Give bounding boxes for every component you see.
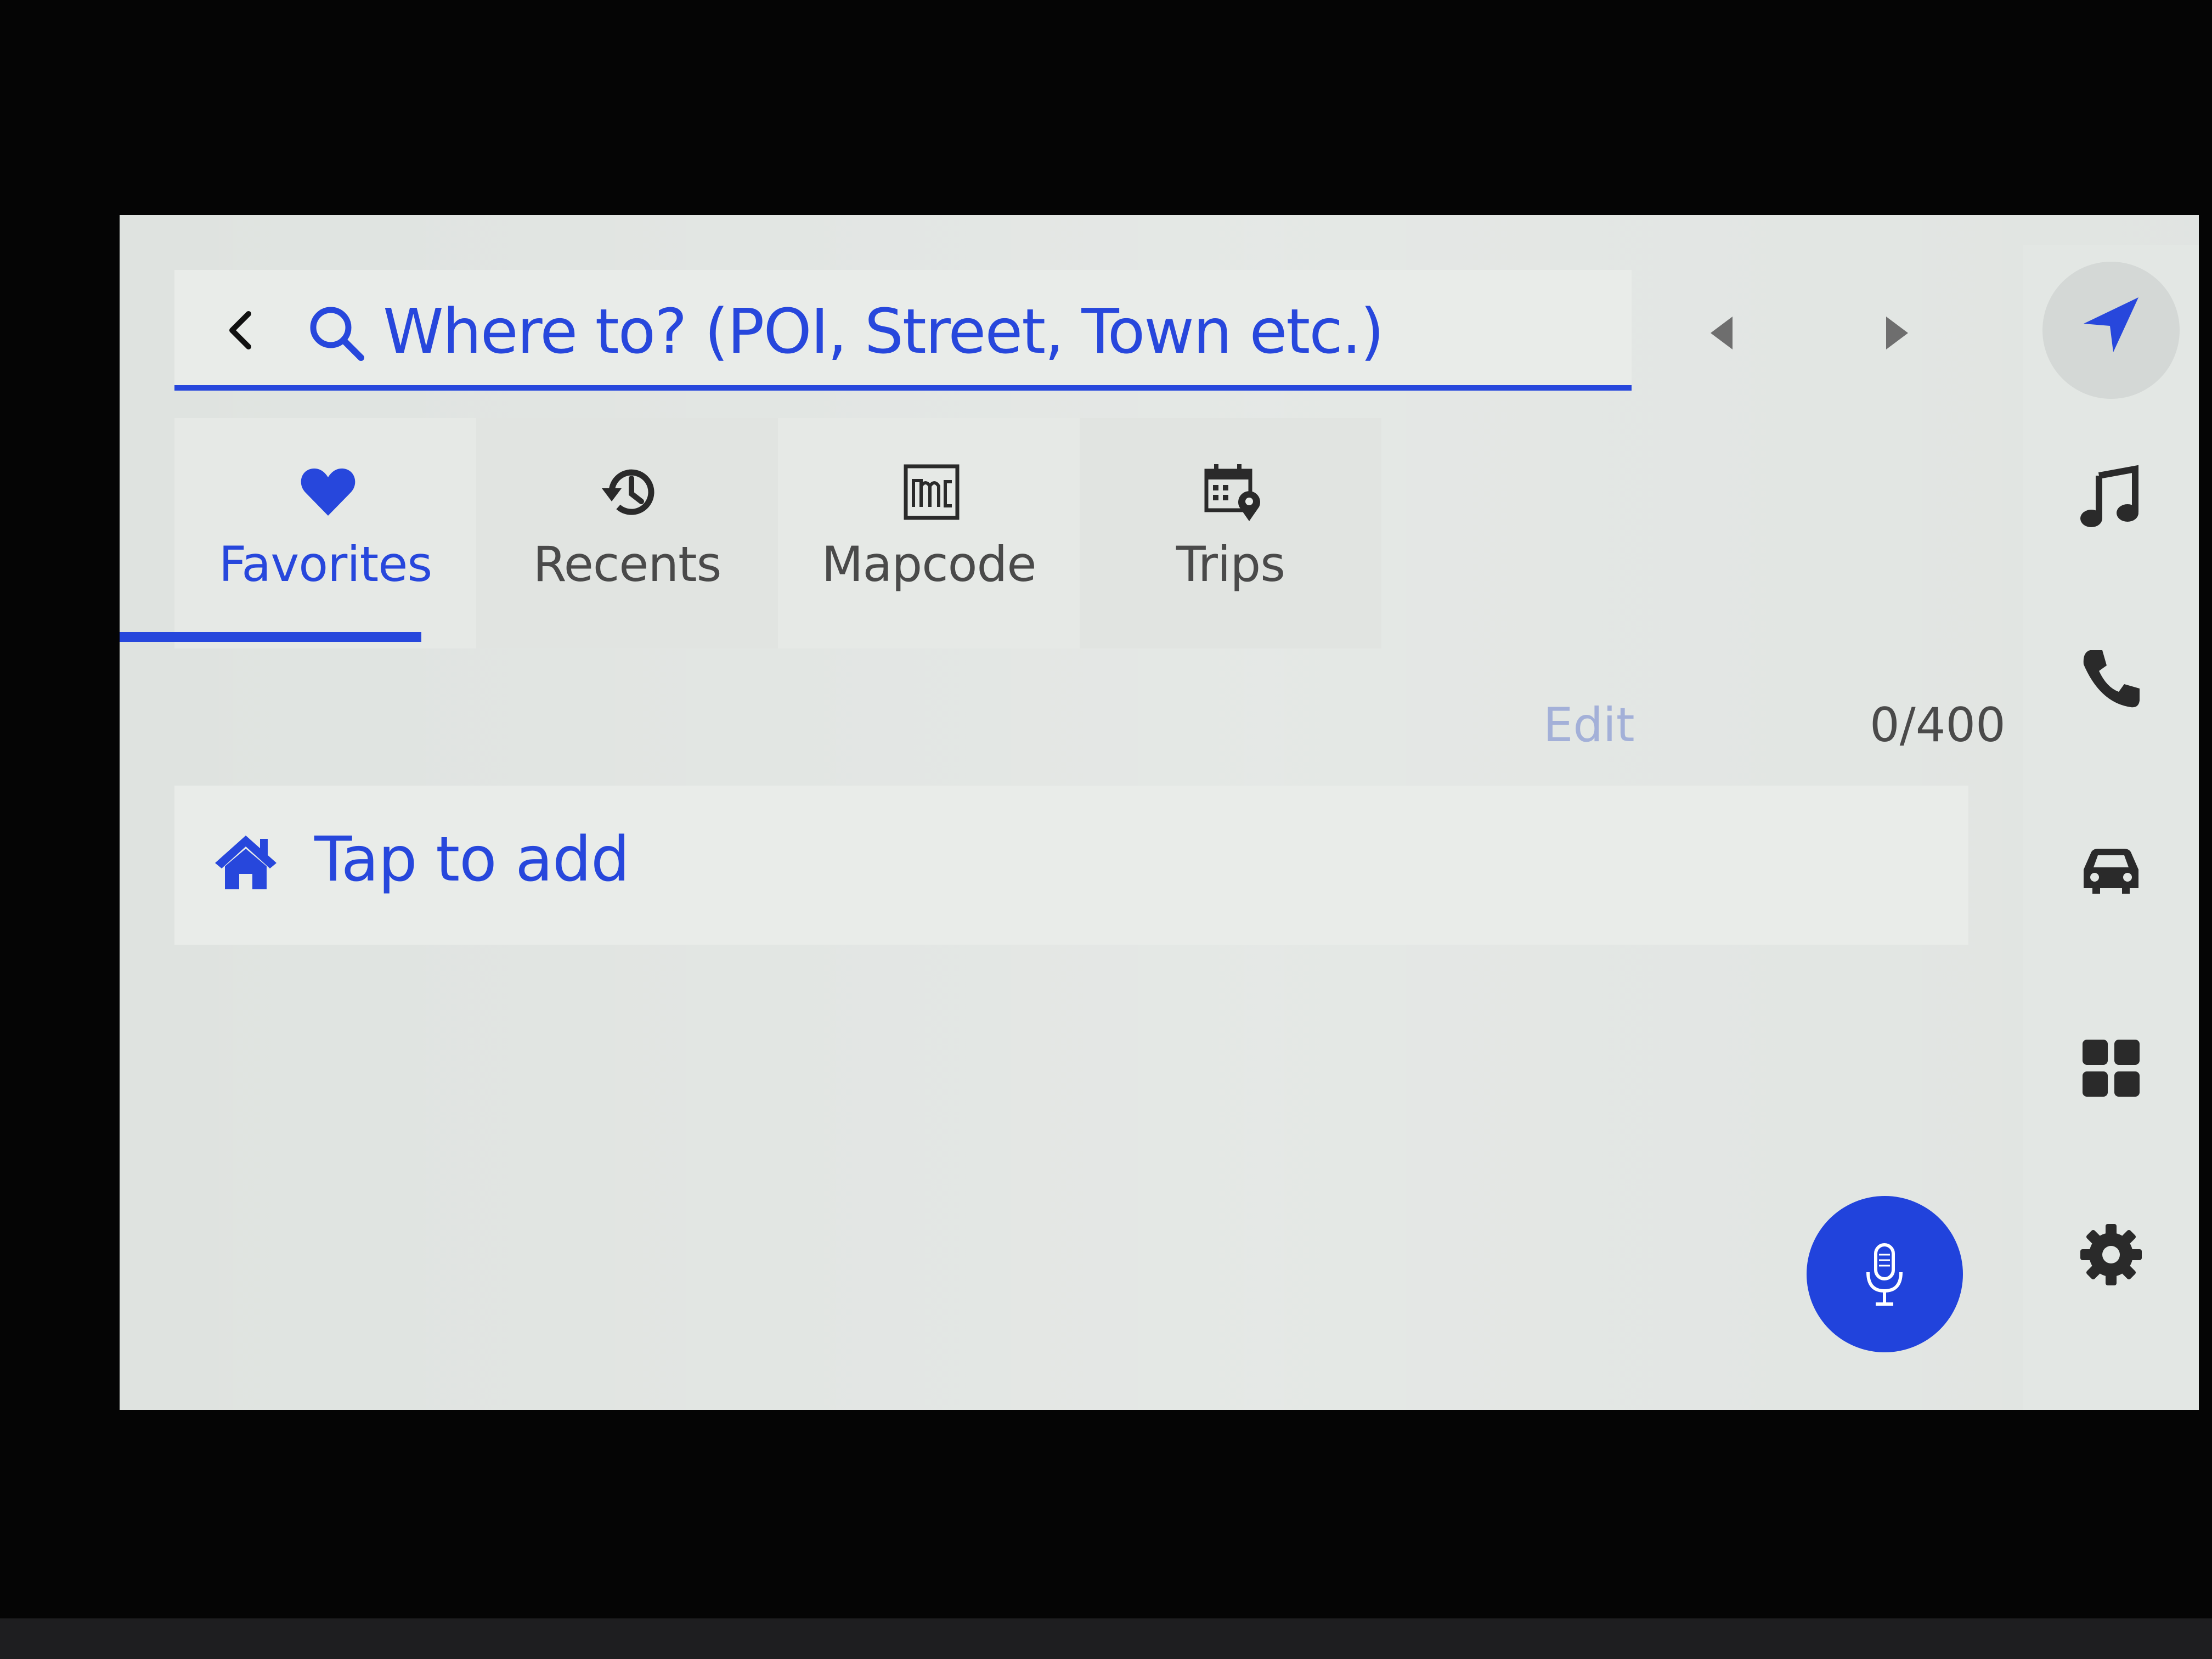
home-favorite-row[interactable]: Tap to add [174, 786, 1968, 945]
rail-navigation[interactable] [2023, 245, 2199, 399]
tab-trips[interactable]: Trips [1080, 418, 1381, 648]
heart-icon [301, 469, 356, 516]
side-navigation-rail [2023, 245, 2199, 1410]
rail-apps[interactable] [2023, 997, 2199, 1139]
navigation-arrow-icon [2084, 297, 2138, 352]
gear-icon [2080, 1224, 2142, 1285]
tab-label: Mapcode [821, 536, 1037, 592]
tab-recents[interactable]: Recents [476, 418, 778, 648]
search-input[interactable]: Where to? (POI, Street, Town etc.) [383, 296, 1384, 368]
tab-mapcode[interactable]: Mapcode [778, 418, 1080, 648]
trips-calendar-icon [1204, 464, 1260, 521]
rail-settings[interactable] [2023, 1183, 2199, 1326]
active-tab-indicator [120, 632, 421, 642]
infotainment-screen: Where to? (POI, Street, Town etc.) Favor… [120, 215, 2199, 1410]
music-note-icon [2080, 465, 2138, 527]
edit-button[interactable]: Edit [1543, 698, 1635, 753]
back-chevron-icon[interactable] [224, 308, 257, 352]
rail-phone[interactable] [2023, 607, 2199, 750]
favorites-count: 0/400 [1870, 698, 2006, 753]
microphone-icon [1866, 1243, 1903, 1306]
tab-label: Favorites [218, 536, 433, 592]
next-page-icon[interactable] [1881, 314, 1914, 352]
category-tabs: Favorites Recents Mapcode Trips [174, 418, 1381, 648]
home-icon [215, 836, 276, 889]
previous-page-icon[interactable] [1705, 314, 1738, 352]
history-icon [602, 469, 654, 515]
bezel-edge [0, 1618, 2212, 1659]
phone-icon [2083, 650, 2140, 708]
voice-input-button[interactable] [1807, 1196, 1963, 1352]
search-bar[interactable]: Where to? (POI, Street, Town etc.) [174, 270, 1632, 391]
mapcode-icon [904, 464, 960, 520]
rail-music[interactable] [2023, 426, 2199, 569]
apps-grid-icon [2083, 1040, 2140, 1097]
tab-favorites[interactable]: Favorites [174, 418, 476, 648]
tab-label: Recents [533, 536, 722, 592]
search-icon [310, 307, 364, 361]
home-row-label: Tap to add [314, 824, 630, 895]
car-icon [2084, 849, 2138, 894]
tab-label: Trips [1176, 536, 1285, 592]
rail-vehicle[interactable] [2023, 799, 2199, 942]
